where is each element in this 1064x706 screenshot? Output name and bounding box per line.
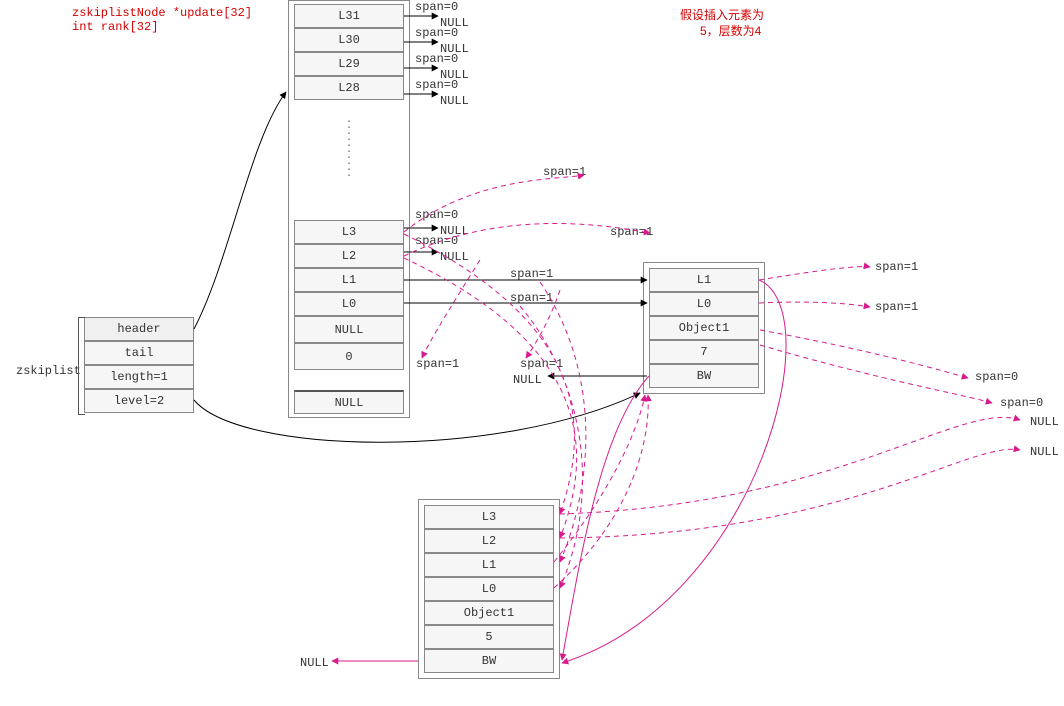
null-far2: NULL (1030, 445, 1059, 459)
diagram-canvas: zskiplistNode *update[32] int rank[32] 假… (0, 0, 1064, 706)
zskiplist-header-cell: header (84, 317, 194, 341)
span-l0: span=1 (510, 291, 553, 305)
node7-outer-border (643, 262, 765, 394)
decl-line-2: int rank[32] (72, 20, 158, 34)
hdr-l0: L0 (294, 292, 404, 316)
hdr-zero: 0 (294, 343, 404, 370)
hdr-l2: L2 (294, 244, 404, 268)
assumption-line-2: 5，层数为4 (700, 22, 761, 39)
span-pink-left2: span=1 (520, 357, 563, 371)
hdr-l3: L3 (294, 220, 404, 244)
null-28: NULL (440, 94, 469, 108)
span-pink-up2: span=1 (610, 225, 653, 239)
hdr-null: NULL (294, 316, 404, 343)
dots: ·········· (346, 120, 352, 180)
span-pink-r2: span=1 (875, 300, 918, 314)
null-far1: NULL (1030, 415, 1059, 429)
span-l1: span=1 (510, 267, 553, 281)
hdr-null2: NULL (294, 390, 404, 414)
span-pink-far2: span=0 (1000, 396, 1043, 410)
span-28: span=0 (415, 78, 458, 92)
span-l3: span=0 (415, 208, 458, 222)
null-l2: NULL (440, 250, 469, 264)
span-pink-far1: span=0 (975, 370, 1018, 384)
zskiplist-tail-cell: tail (84, 341, 194, 365)
span-pink-left1: span=1 (416, 357, 459, 371)
decl-line-1: zskiplistNode *update[32] (72, 6, 252, 20)
zskiplist-level-cell: level=2 (84, 389, 194, 413)
span-30: span=0 (415, 26, 458, 40)
new-outer-border (418, 499, 560, 679)
hdr-l1: L1 (294, 268, 404, 292)
assumption-line-1: 假设插入元素为 (680, 6, 764, 23)
null-bw-new: NULL (300, 656, 329, 670)
span-29: span=0 (415, 52, 458, 66)
null-bw7: NULL (513, 373, 542, 387)
zskiplist-label: zskiplist (16, 364, 81, 378)
zskiplist-bracket (78, 317, 85, 415)
zskiplist-length-cell: length=1 (84, 365, 194, 389)
span-31: span=0 (415, 0, 458, 14)
span-pink-r1: span=1 (875, 260, 918, 274)
span-pink-up1: span=1 (543, 165, 586, 179)
span-l2: span=0 (415, 234, 458, 248)
